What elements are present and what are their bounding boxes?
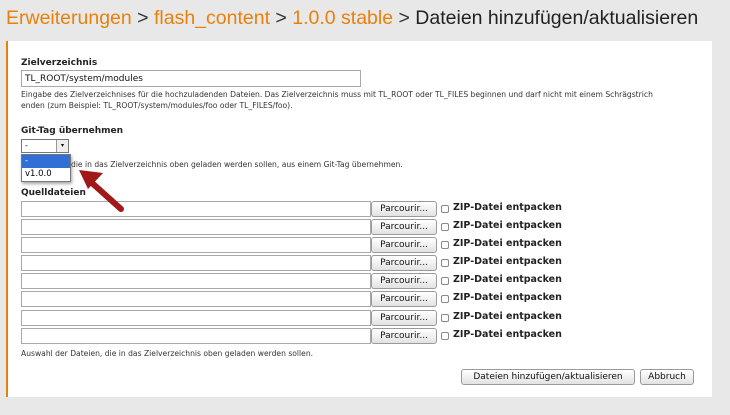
annotation-arrow-icon: [79, 170, 124, 212]
